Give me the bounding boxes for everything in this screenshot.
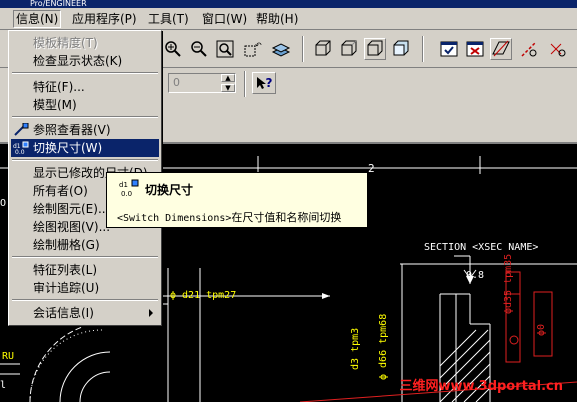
no-hidden-icon[interactable] — [364, 38, 386, 60]
menu-separator — [12, 72, 158, 74]
menu-applications[interactable]: 应用程序(P) — [70, 11, 139, 27]
tooltip: d1 0.0 切换尺寸 <Switch Dimensions>在尺寸值和名称间切… — [106, 172, 368, 228]
spin-up-icon[interactable]: ▲ — [221, 74, 235, 82]
reorient-icon[interactable]: ↶ — [242, 38, 264, 60]
window-title: Pro/ENGINEER — [30, 0, 87, 8]
menu-info[interactable]: 信息(N) — [13, 10, 62, 28]
menu-item-label: 参照查看器(V) — [33, 123, 111, 137]
section-label: SECTION <XSEC NAME> — [424, 242, 539, 253]
menu-item-switch-dimensions[interactable]: d1 0.0 切换尺寸(W) — [11, 139, 159, 157]
watermark: 三维网www.3dportal.cn — [399, 379, 563, 394]
wireframe-icon[interactable] — [312, 38, 334, 60]
menu-item-label: 切换尺寸(W) — [33, 141, 103, 155]
datum-point-icon[interactable] — [546, 38, 568, 60]
zoom-in-icon[interactable] — [162, 38, 184, 60]
menu-help[interactable]: 帮助(H) — [254, 11, 300, 27]
hidden-line-icon[interactable] — [338, 38, 360, 60]
menu-item-feature-list[interactable]: 特征列表(L) — [11, 261, 159, 279]
reference-viewer-icon — [14, 123, 29, 136]
label-co: O — [0, 198, 7, 209]
svg-text:0.0: 0.0 — [15, 149, 25, 155]
window-close-icon[interactable] — [464, 38, 486, 60]
context-help-button[interactable]: ? — [252, 72, 276, 94]
switch-dimensions-icon: d1 0.0 — [119, 179, 139, 198]
menu-item-session-info[interactable]: 会话信息(I) — [11, 304, 159, 322]
menu-item-feature[interactable]: 特征(F)... — [11, 78, 159, 96]
menu-separator — [12, 299, 158, 301]
tooltip-desc-chinese: 在尺寸值和名称间切换 — [231, 211, 342, 224]
tooltip-desc-english: <Switch Dimensions> — [117, 213, 232, 224]
menu-bar: 信息(N) 应用程序(P) 工具(T) 窗口(W) 帮助(H) — [0, 8, 577, 30]
tolerance-box: ϕ0 — [536, 323, 547, 336]
dimension-0-8: 0.8 — [466, 270, 485, 281]
menu-item-label: 会话信息(I) — [33, 306, 94, 320]
menu-item-reference-viewer[interactable]: 参照查看器(V) — [11, 121, 159, 139]
toolbar-separator — [422, 36, 424, 62]
pointer-icon — [256, 77, 266, 89]
shading-icon[interactable] — [390, 38, 412, 60]
tooltip-description: <Switch Dimensions>在尺寸值和名称间切换 — [117, 209, 341, 225]
datum-plane-icon[interactable] — [490, 38, 512, 60]
toolbar-separator — [302, 36, 304, 62]
menu-separator — [12, 159, 158, 161]
menu-item-model[interactable]: 模型(M) — [11, 96, 159, 114]
tooltip-title: 切换尺寸 — [145, 183, 194, 197]
menu-window[interactable]: 窗口(W) — [200, 11, 249, 27]
tooltip-icon-text: d1 — [119, 181, 128, 189]
spinner-value: 0 — [173, 76, 180, 89]
help-question-mark: ? — [265, 76, 273, 90]
menu-item-draw-grid[interactable]: 绘制栅格(G) — [11, 236, 159, 254]
dimension-d3: d3 tpm3 — [350, 327, 361, 370]
menu-tools[interactable]: 工具(T) — [146, 11, 191, 27]
window-check-icon[interactable] — [438, 38, 460, 60]
spin-down-icon[interactable]: ▼ — [221, 84, 235, 92]
dimension-d35: ϕd35 tpm35 — [503, 253, 514, 314]
switch-dimensions-icon: d10.0 — [13, 141, 29, 155]
svg-text:↶: ↶ — [254, 41, 262, 50]
zoom-out-icon[interactable] — [188, 38, 210, 60]
menu-separator — [12, 116, 158, 118]
dimension-d66: ϕ d66 tpm68 — [378, 313, 389, 380]
dimension-d21: ϕ d21 tpm27 — [170, 290, 237, 301]
menu-item-check-display-state[interactable]: 检查显示状态(K) — [11, 52, 159, 70]
zone-number: 2 — [368, 162, 375, 175]
value-spinner[interactable]: 0 ▲ ▼ — [168, 73, 236, 93]
datum-axis-icon[interactable] — [518, 38, 540, 60]
menu-item-audit-trail[interactable]: 审计追踪(U) — [11, 279, 159, 297]
label-l: l — [0, 380, 7, 391]
submenu-arrow-icon — [149, 309, 153, 317]
refit-icon[interactable] — [214, 38, 236, 60]
svg-text:0.0: 0.0 — [121, 190, 132, 198]
title-bar: Pro/ENGINEER — [0, 0, 577, 8]
label-ru: RU — [2, 351, 15, 362]
layers-icon[interactable] — [270, 38, 292, 60]
toolbar-separator — [244, 71, 246, 97]
menu-separator — [12, 256, 158, 258]
menu-item-template-accuracy[interactable]: 模板精度(T) — [11, 34, 159, 52]
